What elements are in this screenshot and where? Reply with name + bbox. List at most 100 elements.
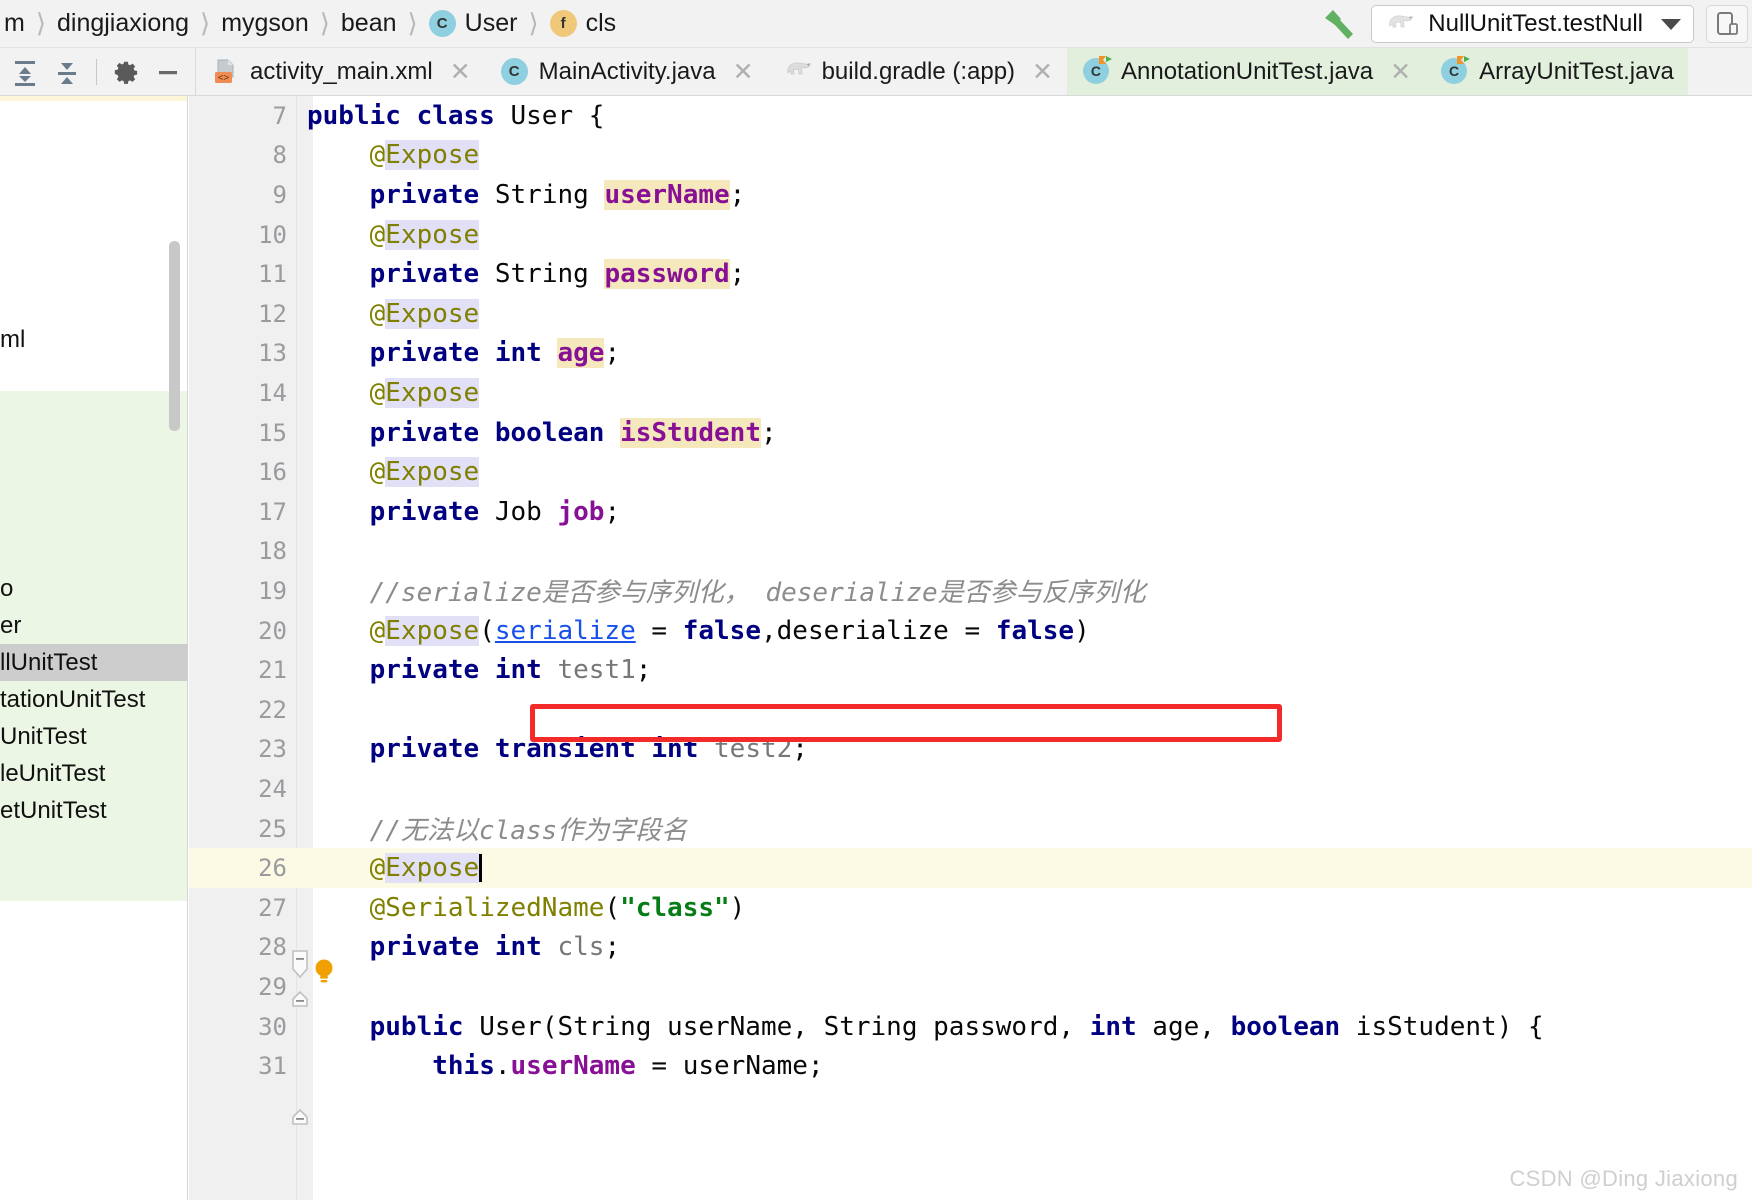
tab-mainactivity-java[interactable]: C MainActivity.java ✕ (485, 48, 768, 95)
code-line[interactable]: 9 private String userName; (189, 175, 1752, 215)
code-line[interactable]: 27 @SerializedName("class") (189, 888, 1752, 928)
chevron-down-icon[interactable] (1661, 18, 1681, 30)
editor-tabs: <> activity_main.xml ✕ C MainActivity.ja… (196, 48, 1752, 95)
code-line[interactable]: 17 private Job job; (189, 492, 1752, 532)
breadcrumb-item-user[interactable]: C User (427, 9, 520, 38)
project-tree-item[interactable]: etUnitTest (0, 792, 107, 829)
breadcrumb-item-cls[interactable]: f cls (548, 9, 619, 38)
code-line[interactable]: 23 private transient int test2; (189, 730, 1752, 770)
breadcrumb-item-m[interactable]: m (2, 9, 27, 38)
code-token: = userName; (635, 1051, 824, 1082)
code-line[interactable]: 19 //serialize是否参与序列化， deserialize是否参与反序… (189, 571, 1752, 611)
run-configuration-selector[interactable]: NullUnitTest.testNull (1371, 5, 1694, 43)
code-token: private (369, 932, 480, 963)
code-line[interactable]: 22 (189, 690, 1752, 730)
code-line[interactable]: 7 public class User { (189, 96, 1752, 136)
code-line[interactable]: 13 private int age; (189, 334, 1752, 374)
close-icon[interactable]: ✕ (1390, 59, 1411, 84)
line-number: 23 (258, 735, 287, 764)
code-line[interactable]: 21 private int test1; (189, 650, 1752, 690)
project-tree-panel[interactable]: ml o er llUnitTest tationUnitTest UnitTest leU… (0, 96, 188, 1200)
project-tree-item[interactable]: ml (0, 321, 25, 358)
code-line[interactable]: 18 (189, 532, 1752, 572)
code-text: public class User { (307, 101, 1752, 131)
code-line[interactable]: 24 (189, 769, 1752, 809)
collapse-all-icon[interactable] (46, 49, 88, 95)
code-line[interactable]: 26 @Expose (189, 848, 1752, 888)
line-number: 18 (258, 537, 287, 566)
close-icon[interactable]: ✕ (450, 59, 471, 84)
code-token: ,deserialize = (761, 615, 996, 646)
text-caret (479, 854, 483, 883)
intention-bulb-icon[interactable] (311, 958, 337, 993)
fold-minus-icon[interactable] (289, 948, 311, 985)
code-editor[interactable]: 7 public class User {8 @Expose 9 private S… (189, 96, 1752, 1200)
device-manager-icon[interactable] (1706, 5, 1748, 43)
project-tree-item[interactable]: UnitTest (0, 718, 87, 755)
code-token: User(String userName, String password, (463, 1011, 1090, 1042)
gear-icon[interactable] (105, 49, 147, 95)
hammer-icon[interactable] (1319, 7, 1359, 41)
code-line[interactable]: 12 @Expose (189, 294, 1752, 334)
code-token: int (494, 338, 542, 369)
project-tree-item[interactable]: llUnitTest (0, 644, 188, 681)
code-line[interactable]: 8 @Expose (189, 136, 1752, 176)
code-line[interactable]: 31 this.userName = userName; (189, 1046, 1752, 1086)
code-line[interactable]: 15 private boolean isStudent; (189, 413, 1752, 453)
line-number: 29 (258, 972, 287, 1001)
project-tree-item[interactable]: leUnitTest (0, 755, 105, 792)
code-content[interactable]: 7 public class User {8 @Expose 9 private S… (189, 96, 1752, 1200)
test-flag-icon (1457, 55, 1471, 73)
scrollbar-thumb[interactable] (169, 241, 180, 431)
tab-activity-main-xml[interactable]: <> activity_main.xml ✕ (196, 48, 485, 95)
line-number: 17 (258, 497, 287, 526)
watermark: CSDN @Ding Jiaxiong (1509, 1166, 1738, 1191)
code-line[interactable]: 30 public User(String userName, String p… (189, 1007, 1752, 1047)
project-tree-item[interactable]: o (0, 570, 13, 607)
code-token: ) (1074, 615, 1090, 646)
code-token: test2 (714, 734, 793, 765)
line-number: 10 (258, 220, 287, 249)
code-text: @Expose (307, 140, 1752, 171)
tab-annotationunittest-java[interactable]: C AnnotationUnitTest.java ✕ (1066, 48, 1426, 95)
tab-build-gradle-app[interactable]: build.gradle (:app) ✕ (768, 48, 1067, 95)
breadcrumb-item-mygson[interactable]: mygson (219, 9, 311, 38)
code-token: age, (1136, 1011, 1231, 1042)
code-text: @Expose (307, 457, 1752, 488)
code-line[interactable]: 14 @Expose (189, 373, 1752, 413)
code-token: ; (604, 496, 621, 527)
code-token: password (604, 259, 730, 290)
code-line[interactable]: 29 (189, 967, 1752, 1007)
code-line[interactable]: 20 @Expose(serialize = false,deserialize… (189, 611, 1752, 651)
minus-icon[interactable] (147, 49, 189, 95)
close-icon[interactable]: ✕ (733, 59, 754, 84)
code-line[interactable]: 11 private String password; (189, 254, 1752, 294)
close-icon[interactable]: ✕ (1032, 59, 1053, 84)
code-token: userName (604, 179, 730, 210)
project-tree-item[interactable]: tationUnitTest (0, 681, 145, 718)
code-text: private int cls; (307, 932, 1752, 962)
tab-arrayunittest-java[interactable]: C ArrayUnitTest.java (1425, 48, 1688, 95)
code-line[interactable]: 16 @Expose (189, 452, 1752, 492)
breadcrumb-item-dingjiaxiong[interactable]: dingjiaxiong (55, 9, 191, 38)
code-text: private transient int test2; (307, 734, 1752, 764)
line-number: 22 (258, 695, 287, 724)
code-text: private String password; (307, 259, 1752, 290)
code-line[interactable]: 28 private int cls; (189, 928, 1752, 968)
fold-end-icon[interactable] (289, 1106, 311, 1133)
code-line[interactable]: 10 @Expose (189, 215, 1752, 255)
code-line[interactable]: 25 //无法以class作为字段名 (189, 809, 1752, 849)
fold-end-icon[interactable] (289, 988, 311, 1015)
code-token: Expose (385, 140, 480, 171)
run-configuration-label: NullUnitTest.testNull (1428, 10, 1643, 37)
line-number: 25 (258, 814, 287, 843)
breadcrumb-item-bean[interactable]: bean (339, 9, 399, 38)
project-tree-item[interactable]: er (0, 607, 21, 644)
expand-all-icon[interactable] (4, 49, 46, 95)
